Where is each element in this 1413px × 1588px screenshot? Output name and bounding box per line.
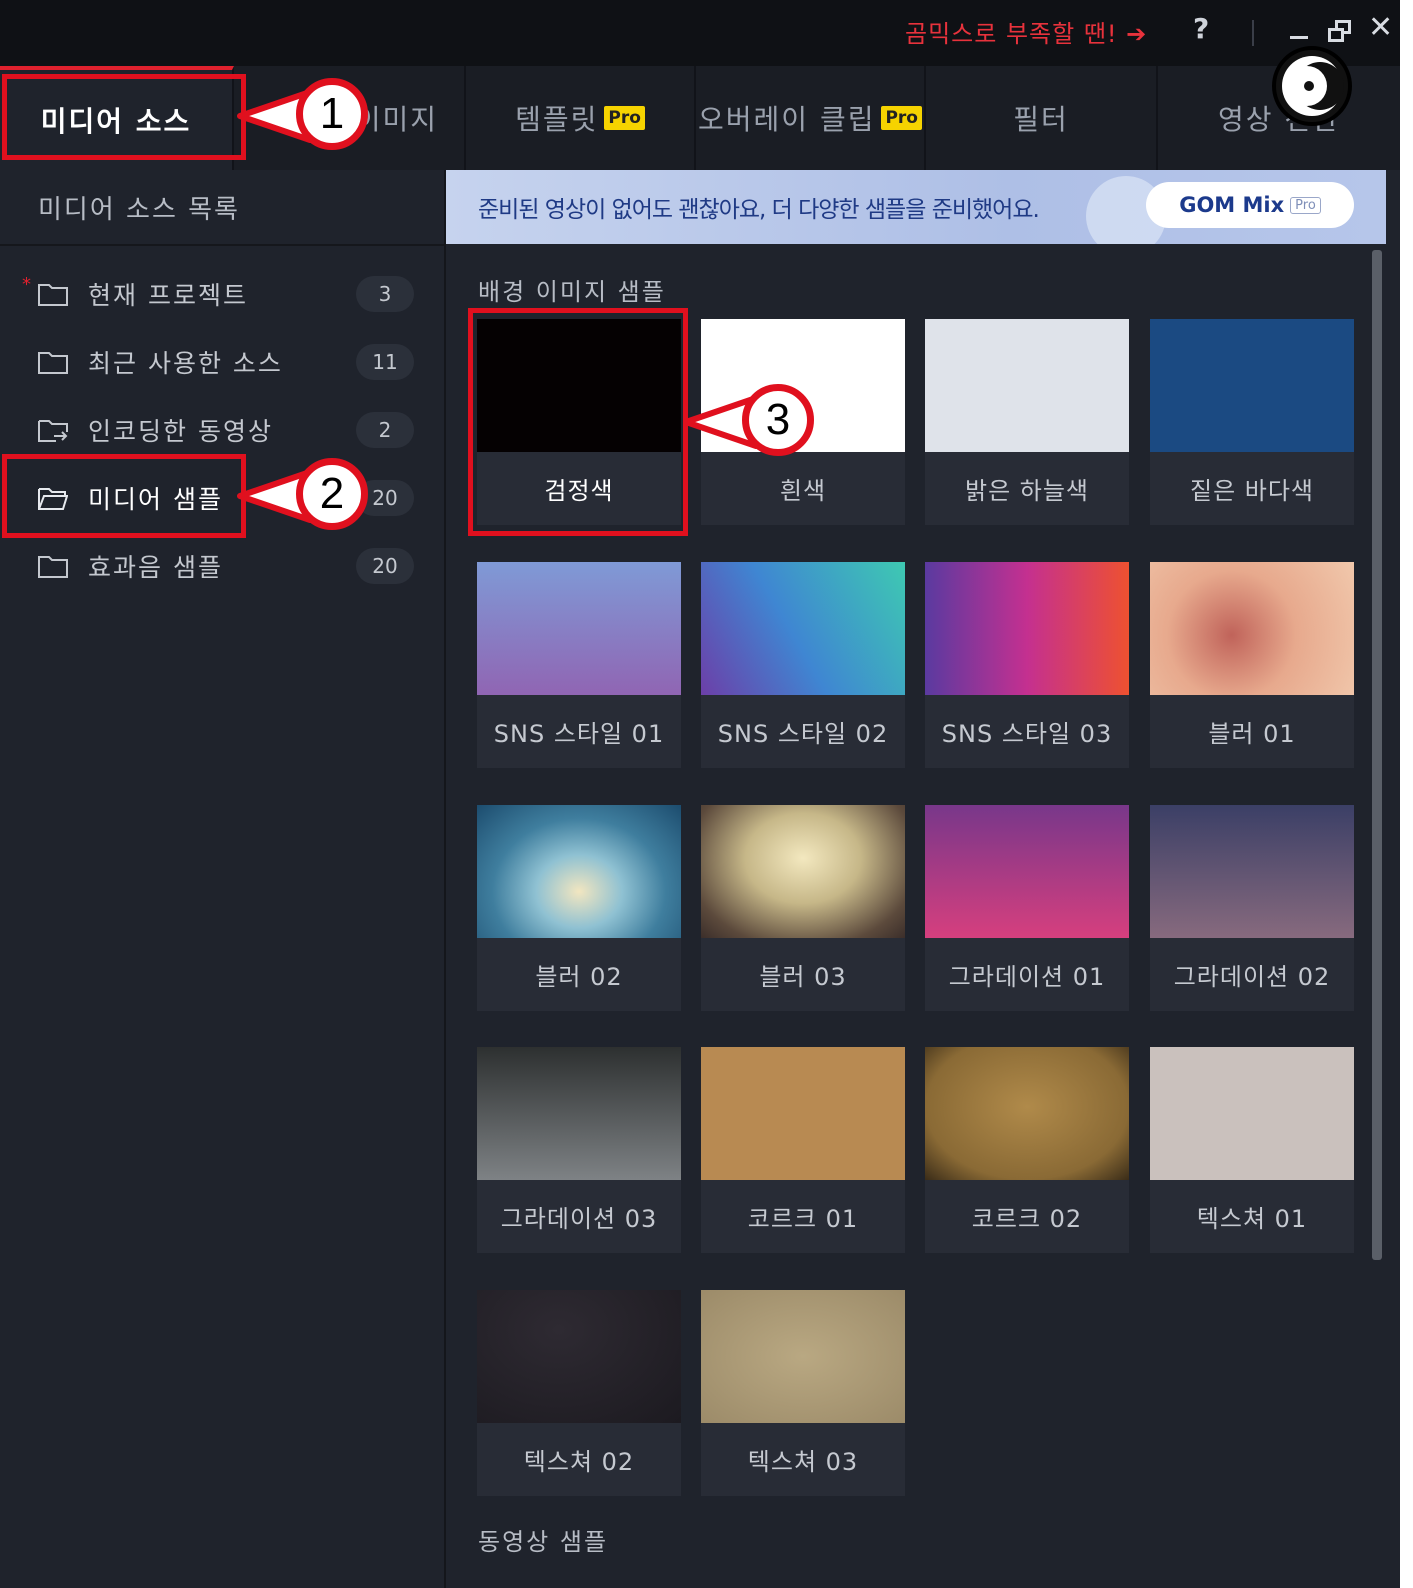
- thumbnail: [477, 562, 681, 695]
- card-label: 그라데이션 01: [948, 963, 1106, 991]
- card-label: 텍스쳐 03: [747, 1448, 859, 1476]
- count-badge: 20: [356, 548, 414, 584]
- divider: [1252, 20, 1254, 46]
- sample-card-gradient-01[interactable]: 그라데이션 01: [925, 805, 1129, 1011]
- count-badge: 2: [356, 412, 414, 448]
- promo-banner[interactable]: 준비된 영상이 없어도 괜찮아요, 더 다양한 샘플을 준비했어요. GOM M…: [446, 170, 1386, 244]
- pro-badge: Pro: [604, 106, 645, 130]
- card-label: 코르크 02: [971, 1205, 1083, 1233]
- sample-card-texture-02[interactable]: 텍스쳐 02: [477, 1290, 681, 1496]
- thumbnail: [1150, 805, 1354, 938]
- button-label: GOM Mix: [1179, 193, 1285, 217]
- callout-1: 1: [296, 78, 368, 150]
- card-label: 블러 03: [759, 963, 847, 991]
- thumbnail: [1150, 562, 1354, 695]
- sidebar-item-label: 현재 프로젝트: [88, 281, 248, 310]
- sample-card-cork-01[interactable]: 코르크 01: [701, 1047, 905, 1253]
- thumbnail: [701, 805, 905, 938]
- folder-icon: [38, 556, 68, 578]
- card-label: SNS 스타일 02: [717, 720, 889, 748]
- sidebar-item-current-project[interactable]: * 현재 프로젝트 3: [0, 260, 444, 328]
- sidebar-item-recent-sources[interactable]: 최근 사용한 소스 11: [0, 328, 444, 396]
- thumbnail: [1150, 319, 1354, 452]
- tab-filter[interactable]: 필터: [926, 66, 1158, 170]
- thumbnail: [701, 562, 905, 695]
- card-label: 그라데이션 03: [500, 1205, 658, 1233]
- thumbnail: [477, 805, 681, 938]
- card-label: SNS 스타일 01: [493, 720, 665, 748]
- sample-card-gradient-02[interactable]: 그라데이션 02: [1150, 805, 1354, 1011]
- callout-pointers: [237, 89, 759, 523]
- gom-mix-pro-button[interactable]: GOM Mix Pro: [1146, 182, 1354, 228]
- sidebar-item-sound-samples[interactable]: 효과음 샘플 20: [0, 532, 444, 600]
- section-title-images: 배경 이미지 샘플: [478, 278, 666, 306]
- thumbnail: [1150, 1047, 1354, 1180]
- card-label: 짙은 바다색: [1189, 477, 1315, 505]
- sidebar-item-label: 인코딩한 동영상: [88, 417, 273, 446]
- thumbnail: [925, 319, 1129, 452]
- sample-card-deep-sea[interactable]: 짙은 바다색: [1150, 319, 1354, 525]
- tab-label: 템플릿: [515, 103, 599, 136]
- sample-card-blur-03[interactable]: 블러 03: [701, 805, 905, 1011]
- card-label: 흰색: [779, 477, 827, 505]
- card-label: SNS 스타일 03: [941, 720, 1113, 748]
- thumbnail: [477, 1290, 681, 1423]
- thumbnail: [477, 1047, 681, 1180]
- folder-export-icon: [38, 420, 68, 442]
- tab-template[interactable]: 템플릿 Pro: [466, 66, 696, 170]
- tab-overlay-clip[interactable]: 오버레이 클립 Pro: [696, 66, 926, 170]
- sample-card-sns-02[interactable]: SNS 스타일 02: [701, 562, 905, 768]
- highlight-box-media-source-tab: [2, 74, 246, 160]
- folder-icon: [38, 352, 68, 374]
- callout-2: 2: [296, 458, 368, 530]
- thumbnail: [701, 1047, 905, 1180]
- sidebar-header: 미디어 소스 목록: [0, 170, 444, 246]
- help-button[interactable]: ?: [1193, 12, 1209, 45]
- folder-icon: [38, 284, 68, 306]
- card-label: 텍스쳐 02: [523, 1448, 635, 1476]
- scrollbar[interactable]: [1372, 250, 1382, 1260]
- count-badge: 3: [356, 276, 414, 312]
- sidebar-item-label: 효과음 샘플: [88, 553, 223, 582]
- banner-text: 준비된 영상이 없어도 괜찮아요, 더 다양한 샘플을 준비했어요.: [478, 197, 1040, 223]
- card-label: 블러 01: [1208, 720, 1296, 748]
- close-icon[interactable]: ✕: [1368, 10, 1393, 45]
- thumbnail: [701, 1290, 905, 1423]
- sample-card-sns-03[interactable]: SNS 스타일 03: [925, 562, 1129, 768]
- sample-card-sns-01[interactable]: SNS 스타일 01: [477, 562, 681, 768]
- card-label: 그라데이션 02: [1173, 963, 1331, 991]
- highlight-box-media-samples: [2, 454, 246, 538]
- pro-badge: Pro: [881, 106, 922, 130]
- section-title-videos: 동영상 샘플: [478, 1528, 609, 1556]
- tab-label: 오버레이 클립: [698, 103, 876, 136]
- media-source-sidebar: 미디어 소스 목록 * 현재 프로젝트 3 최근 사용한 소스 11 인코딩한 …: [0, 170, 446, 1588]
- thumbnail: [925, 562, 1129, 695]
- sample-card-texture-03[interactable]: 텍스쳐 03: [701, 1290, 905, 1496]
- card-label: 텍스쳐 01: [1196, 1205, 1308, 1233]
- sidebar-item-label: 최근 사용한 소스: [88, 349, 283, 378]
- card-label: 코르크 01: [747, 1205, 859, 1233]
- count-badge: 11: [356, 344, 414, 380]
- modified-dot: *: [22, 274, 31, 295]
- pro-badge: Pro: [1290, 196, 1321, 214]
- sample-card-blur-02[interactable]: 블러 02: [477, 805, 681, 1011]
- restore-icon[interactable]: [1328, 20, 1354, 44]
- thumbnail: [925, 805, 1129, 938]
- title-bar: 곰믹스로 부족할 땐! ➔ ? ✕: [0, 0, 1400, 66]
- promo-link[interactable]: 곰믹스로 부족할 땐! ➔: [905, 14, 1147, 49]
- sample-card-texture-01[interactable]: 텍스쳐 01: [1150, 1047, 1354, 1253]
- callout-3: 3: [742, 384, 814, 456]
- card-label: 밝은 하늘색: [964, 477, 1090, 505]
- thumbnail: [925, 1047, 1129, 1180]
- sample-card-light-sky[interactable]: 밝은 하늘색: [925, 319, 1129, 525]
- card-label: 블러 02: [535, 963, 623, 991]
- minimize-icon[interactable]: [1290, 36, 1308, 39]
- sample-card-gradient-03[interactable]: 그라데이션 03: [477, 1047, 681, 1253]
- sample-card-cork-02[interactable]: 코르크 02: [925, 1047, 1129, 1253]
- tab-label: 필터: [1013, 103, 1069, 136]
- gom-logo-icon: [1272, 46, 1352, 126]
- app-window: 곰믹스로 부족할 땐! ➔ ? ✕ 미디어 소스 텍스트/이미지 템플릿Pro …: [0, 0, 1400, 1588]
- sample-card-blur-01[interactable]: 블러 01: [1150, 562, 1354, 768]
- highlight-box-black-sample: [468, 308, 688, 536]
